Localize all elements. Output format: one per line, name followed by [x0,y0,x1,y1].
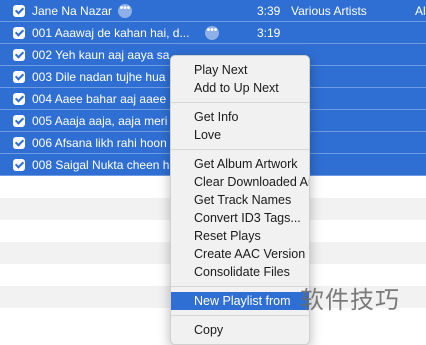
track-row[interactable]: 001 Aaawaj de kahan hai, d... ••• 3:19 [0,22,426,44]
menu-item-clear-downloaded-artwork[interactable]: Clear Downloaded Artwork [171,173,309,191]
menu-item-love[interactable]: Love [171,126,309,144]
track-artist: Various Artists [291,4,367,18]
track-time: 3:39 [257,4,281,18]
more-options-icon[interactable]: ••• [205,26,219,40]
track-name: 003 Dile nadan tujhe hua [32,70,166,84]
menu-item-consolidate-files[interactable]: Consolidate Files [171,263,309,281]
track-album: Al [415,4,426,18]
checkbox-checked[interactable] [13,71,25,83]
menu-separator [171,149,309,150]
menu-item-get-info[interactable]: Get Info [171,108,309,126]
menu-separator [171,102,309,103]
track-name: 008 Saigal Nukta cheen h [32,158,170,172]
checkbox-checked[interactable] [13,93,25,105]
menu-item-new-playlist-from-selection[interactable]: New Playlist from [171,292,309,310]
checkbox-checked[interactable] [13,137,25,149]
context-menu: Play Next Add to Up Next Get Info Love G… [170,55,310,345]
checkbox-checked[interactable] [13,5,25,17]
checkbox-checked[interactable] [13,115,25,127]
more-options-icon[interactable]: ••• [118,4,132,18]
track-row[interactable]: Jane Na Nazar ••• 3:39 Various Artists A… [0,0,426,22]
checkbox-checked[interactable] [13,27,25,39]
menu-item-add-to-up-next[interactable]: Add to Up Next [171,79,309,97]
menu-separator [171,315,309,316]
track-name: 001 Aaawaj de kahan hai, d... [32,26,190,40]
track-name: 005 Aaaja aaja, aaja meri [32,114,168,128]
menu-item-convert-id3-tags[interactable]: Convert ID3 Tags... [171,209,309,227]
track-time: 3:19 [257,26,281,40]
watermark-text: 软件技巧 [300,286,400,314]
track-name: 006 Afsana likh rahi hoon [32,136,167,150]
checkbox-checked[interactable] [13,159,25,171]
menu-item-get-album-artwork[interactable]: Get Album Artwork [171,155,309,173]
menu-item-reset-plays[interactable]: Reset Plays [171,227,309,245]
menu-separator [171,286,309,287]
menu-item-get-track-names[interactable]: Get Track Names [171,191,309,209]
menu-item-copy[interactable]: Copy [171,321,309,339]
menu-item-play-next[interactable]: Play Next [171,61,309,79]
checkbox-checked[interactable] [13,49,25,61]
track-name: 002 Yeh kaun aaj aaya sa [32,48,170,62]
menu-item-create-aac-version[interactable]: Create AAC Version [171,245,309,263]
track-name: 004 Aaee bahar aaj aaee [32,92,167,106]
